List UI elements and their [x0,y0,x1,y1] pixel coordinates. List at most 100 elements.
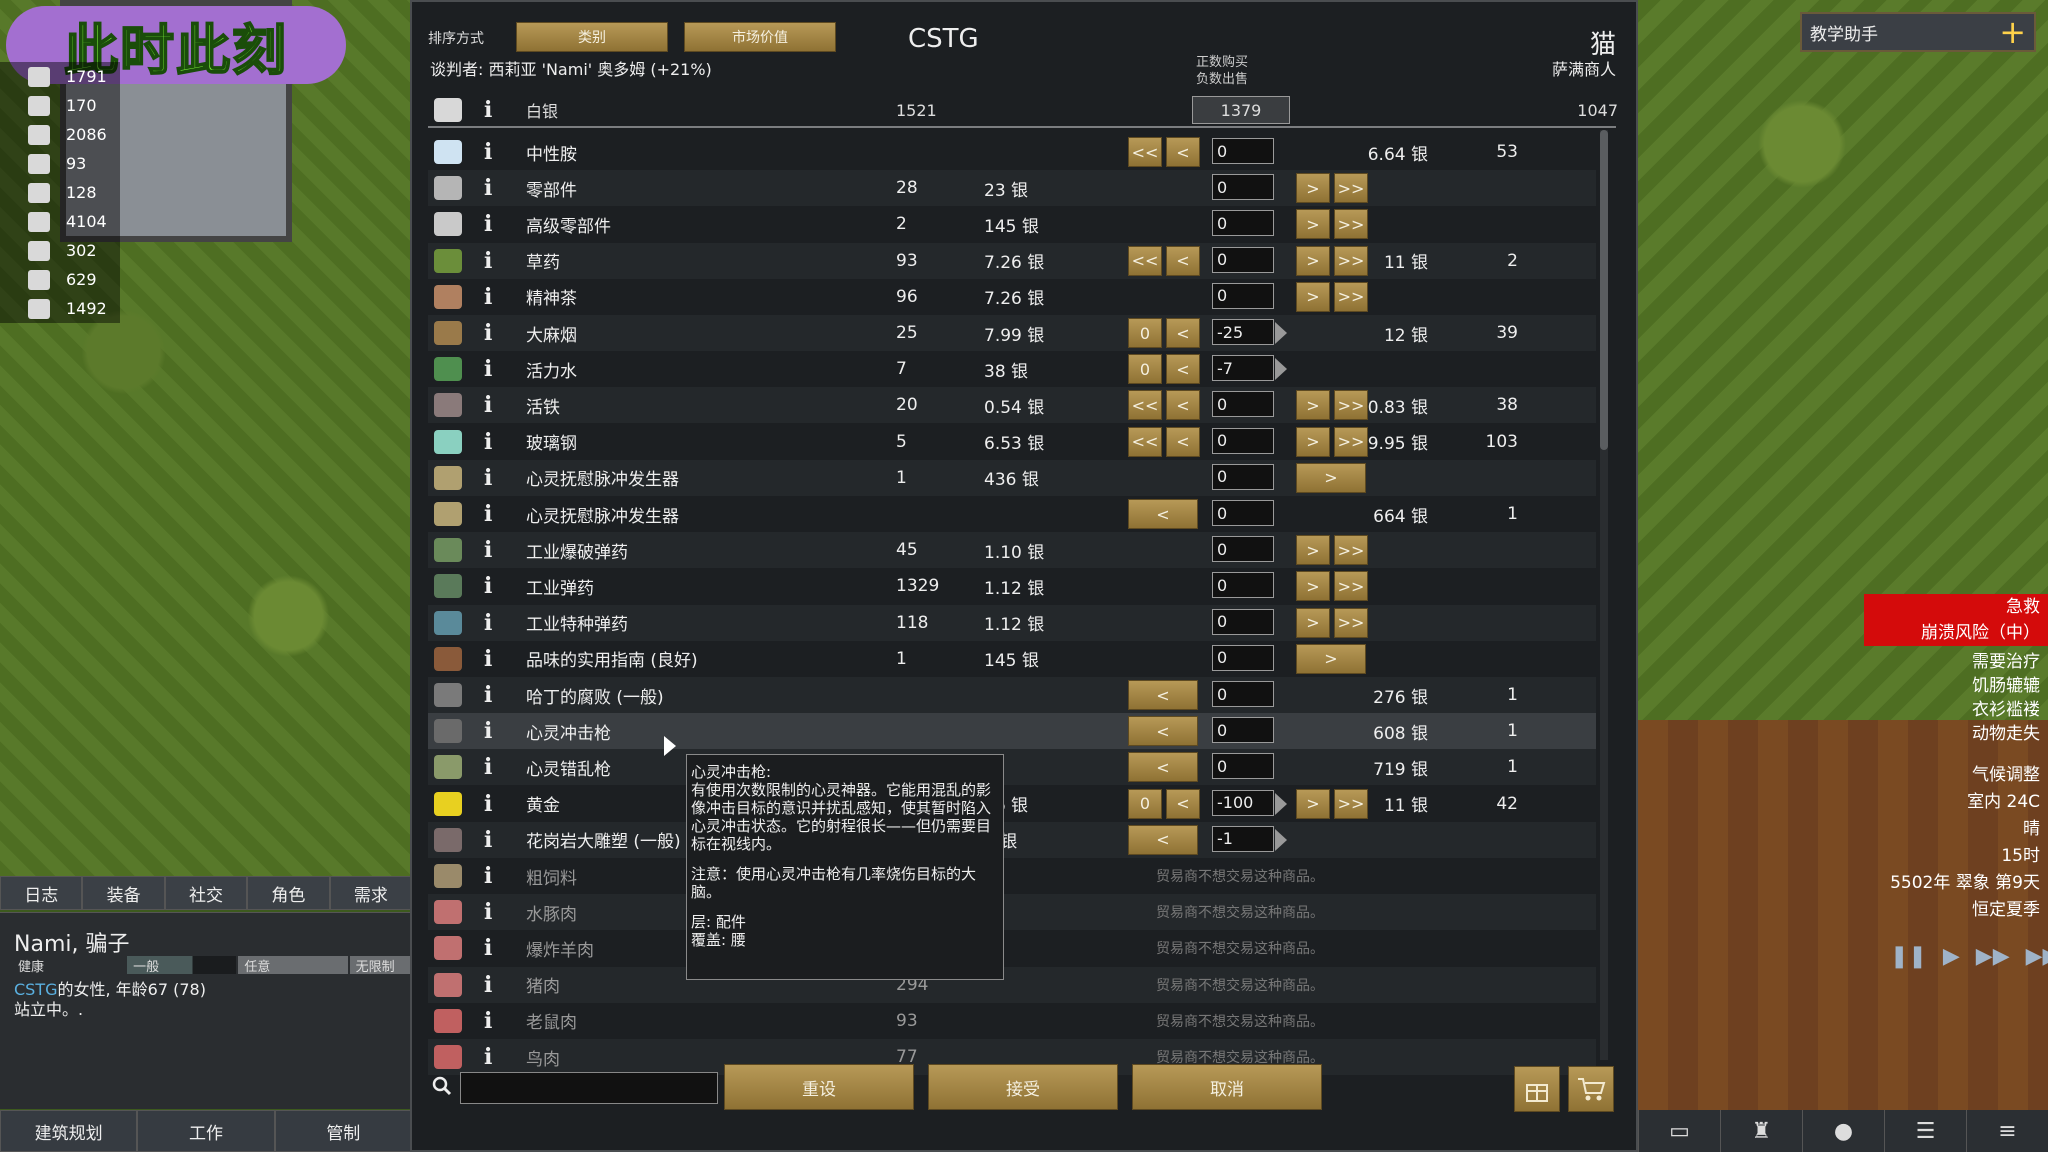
quantity-field[interactable]: 0 [1212,753,1274,780]
info-icon[interactable]: i [484,568,492,604]
area-policy[interactable]: 无限制 [349,956,412,974]
cancel-button[interactable]: 取消 [1132,1064,1322,1110]
quantity-field[interactable]: 0 [1212,572,1274,599]
decrease-button[interactable]: < [1128,716,1198,747]
food-policy[interactable]: 一般 [127,956,237,975]
quantity-field[interactable]: 0 [1212,717,1274,744]
info-icon[interactable]: i [484,858,492,894]
increase-button[interactable]: > [1296,281,1330,312]
decrease-button[interactable]: < [1166,137,1200,167]
decrease-button[interactable]: < [1166,245,1200,276]
increase-button[interactable]: > [1296,209,1330,240]
decrease-button[interactable]: 0 [1128,788,1162,819]
accept-button[interactable]: 接受 [928,1064,1118,1110]
info-icon[interactable]: i [484,967,492,1003]
sort-category-button[interactable]: 类别 [516,22,668,52]
increase-button[interactable]: > [1296,535,1330,566]
info-icon[interactable]: i [484,677,492,713]
info-icon[interactable]: i [484,1003,492,1039]
resource-row[interactable]: 170 [0,91,120,120]
info-icon[interactable]: i [484,822,492,858]
decrease-button[interactable]: < [1166,390,1200,421]
quantity-field[interactable]: 0 [1212,391,1274,418]
decrease-button[interactable]: << [1128,137,1162,167]
quantity-field[interactable]: -7 [1212,355,1287,382]
superfast-icon[interactable]: ▶▶▶ [2026,944,2048,969]
drug-policy[interactable]: 任意 [238,956,348,975]
increase-button[interactable]: > [1296,788,1330,819]
info-icon[interactable]: i [484,786,492,822]
increase-button[interactable]: > [1296,245,1330,276]
increase-button[interactable]: > [1296,173,1330,204]
quantity-field[interactable]: 0 [1212,463,1274,490]
decrease-button[interactable]: < [1128,680,1198,710]
info-icon[interactable]: i [484,496,492,532]
decrease-button[interactable]: < [1166,788,1200,819]
tab-architect[interactable]: 建筑规划 [0,1110,138,1152]
increase-button[interactable]: > [1296,390,1330,421]
alert-item[interactable]: 动物走失 [1820,722,2040,746]
resource-row[interactable]: 629 [0,265,120,294]
pause-icon[interactable]: ❚❚ [1890,944,1927,969]
reset-button[interactable]: 重设 [724,1064,914,1110]
info-icon[interactable]: i [484,424,492,460]
info-icon[interactable]: i [484,532,492,568]
decrease-button[interactable]: < [1128,824,1198,855]
quantity-field[interactable]: 0 [1212,536,1274,563]
quantity-field[interactable]: 0 [1212,210,1274,237]
info-icon[interactable]: i [484,749,492,785]
tab-social[interactable]: 社交 [164,876,248,910]
resource-row[interactable]: 1492 [0,294,120,323]
quantity-field[interactable]: 0 [1212,138,1274,164]
decrease-button[interactable]: < [1166,354,1200,385]
cart-icon[interactable] [1568,1066,1614,1112]
resource-row[interactable]: 4104 [0,207,120,236]
info-icon[interactable]: i [484,641,492,677]
decrease-button[interactable]: < [1166,318,1200,348]
alert-item[interactable]: 饥肠辘辘 [1820,674,2040,698]
scrollbar-thumb[interactable] [1600,130,1608,450]
increase-button[interactable]: > [1296,426,1330,457]
tab-restrict[interactable]: 管制 [274,1110,412,1152]
search-input[interactable] [460,1072,718,1104]
factions-icon[interactable]: ♜ [1720,1110,1802,1152]
play-icon[interactable]: ▶ [1943,944,1960,969]
resource-row[interactable]: 302 [0,236,120,265]
info-icon[interactable]: i [484,92,492,128]
info-icon[interactable]: i [484,894,492,930]
gift-icon[interactable] [1514,1066,1560,1112]
resource-row[interactable]: 2086 [0,120,120,149]
info-icon[interactable]: i [484,279,492,315]
plus-icon[interactable]: + [1999,13,2026,51]
info-icon[interactable]: i [484,351,492,387]
quantity-field[interactable]: 0 [1212,282,1274,309]
info-icon[interactable]: i [484,1039,492,1075]
menu-icon[interactable]: ≡ [1966,1110,2048,1152]
resource-row[interactable]: 128 [0,178,120,207]
info-icon[interactable]: i [484,387,492,423]
learning-helper[interactable]: 教学助手 + [1800,12,2036,52]
alert-item[interactable]: 衣衫褴褛 [1820,698,2040,722]
decrease-button[interactable]: < [1166,426,1200,457]
quantity-field[interactable]: 0 [1212,427,1274,454]
quantity-field[interactable]: -1 [1212,825,1287,852]
decrease-button[interactable]: 0 [1128,354,1162,385]
alert-item[interactable]: 需要治疗 [1820,650,2040,674]
info-icon[interactable]: i [484,605,492,641]
info-icon[interactable]: i [484,170,492,206]
quantity-field[interactable]: 0 [1212,644,1274,671]
quantity-field[interactable]: 0 [1212,500,1274,526]
decrease-button[interactable]: < [1128,752,1198,783]
fast-forward-icon[interactable]: ▶▶ [1976,944,2010,969]
increase-button[interactable]: > [1296,607,1330,638]
pawn-icon[interactable]: ● [1802,1110,1884,1152]
faction-name[interactable]: CSTG [14,980,58,999]
quantity-field[interactable]: 0 [1212,608,1274,635]
tab-character[interactable]: 角色 [247,876,330,910]
tab-work[interactable]: 工作 [137,1110,275,1152]
quantity-field[interactable]: 0 [1212,681,1274,707]
resource-row[interactable]: 1791 [0,62,120,91]
decrease-button[interactable]: << [1128,390,1162,421]
decrease-button[interactable]: 0 [1128,318,1162,348]
quantity-field[interactable]: -100 [1212,789,1287,816]
